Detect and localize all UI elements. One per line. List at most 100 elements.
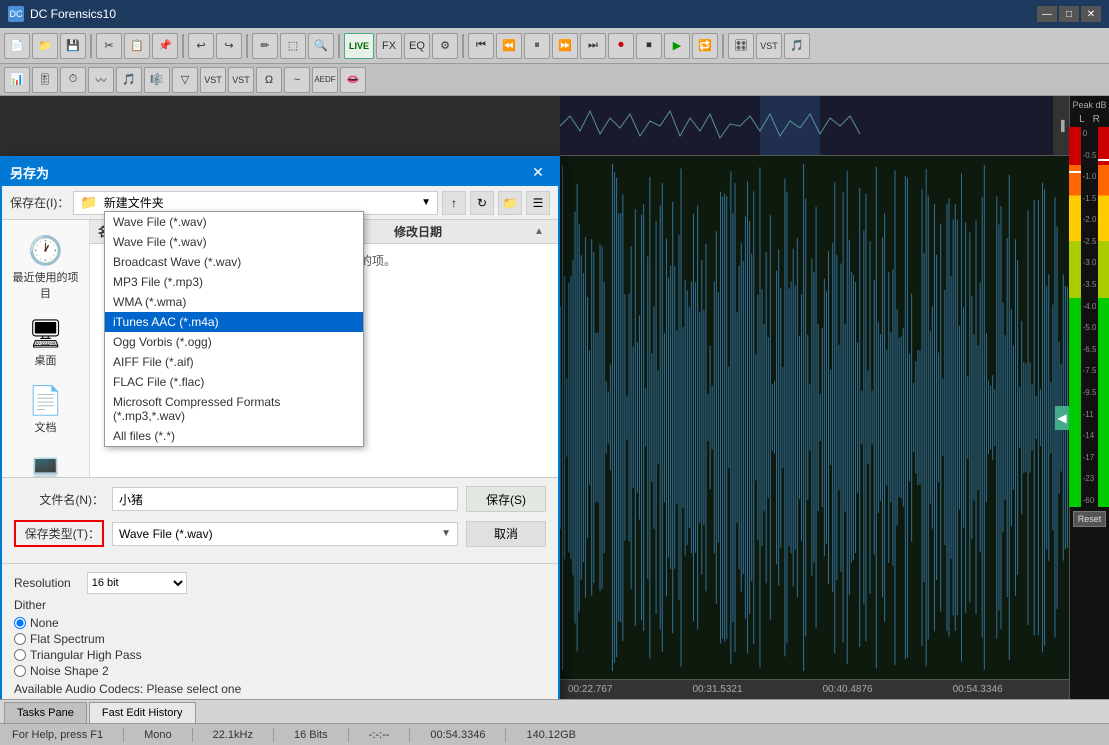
pencil-btn[interactable]: ✏ [252,33,278,59]
dropdown-item-9[interactable]: Microsoft Compressed Formats (*.mp3,*.wa… [105,392,363,426]
filename-input[interactable] [112,487,458,511]
db-23: -23 [1083,474,1097,483]
pitch-btn[interactable]: 🎼 [144,67,170,93]
wave2-btn[interactable]: 🎵 [116,67,142,93]
vst2-btn[interactable]: VST [200,67,226,93]
resolution-select[interactable]: 16 bit8 bit24 bit32 bit [87,572,187,594]
copy-btn[interactable]: 📋 [124,33,150,59]
tab-fast-edit[interactable]: Fast Edit History [89,702,196,723]
aedf-btn[interactable]: AEDF [312,67,338,93]
fx-btn[interactable]: FX [376,33,402,59]
spectrum-btn[interactable]: 📊 [4,67,30,93]
sep1 [90,34,92,58]
sep6 [722,34,724,58]
mixer-btn[interactable]: 🎛 [728,33,754,59]
save-button[interactable]: 保存(S) [466,486,546,512]
cancel-button[interactable]: 取消 [466,521,546,547]
sidebar-item-computer[interactable]: 💻 此电脑 [6,445,86,477]
sidebar-item-recent[interactable]: 🕐 最近使用的项目 [6,228,86,307]
waveform-main[interactable]: ◀ [560,156,1069,679]
sidebar-item-desktop[interactable]: 🖥 桌面 [6,311,86,374]
settings-btn[interactable]: ⚙ [432,33,458,59]
secondary-toolbar: 📊 🎚 ⏱ 〰 🎵 🎼 ▽ VST VST Ω ~ AEDF 👄 [0,64,1109,96]
redo-btn[interactable]: ↪ [216,33,242,59]
dropdown-item-3[interactable]: MP3 File (*.mp3) [105,272,363,292]
sidebar-item-documents[interactable]: 📄 文档 [6,378,86,441]
tilde-btn[interactable]: ~ [284,67,310,93]
dialog-close-button[interactable]: ✕ [526,162,550,182]
maximize-button[interactable]: □ [1059,6,1079,22]
dropdown-item-1[interactable]: Wave File (*.wav) [105,232,363,252]
waveform-svg [560,156,1069,679]
stop-btn[interactable]: ⏹ [636,33,662,59]
sidebar-label-recent: 最近使用的项目 [10,269,82,301]
filetype-combo[interactable]: Wave File (*.wav) ▼ [112,522,458,546]
documents-icon: 📄 [28,384,63,417]
scroll-arrow-icon: ◀ [1057,411,1066,425]
pause-btn[interactable]: ⏸ [524,33,550,59]
open-btn[interactable]: 📁 [32,33,58,59]
dither-flat-radio[interactable] [14,633,26,645]
vst-btn[interactable]: VST [756,33,782,59]
undo-btn[interactable]: ↩ [188,33,214,59]
dropdown-item-8[interactable]: FLAC File (*.flac) [105,372,363,392]
dropdown-item-10[interactable]: All files (*.*) [105,426,363,446]
dropdown-item-5[interactable]: iTunes AAC (*.m4a) [105,312,363,332]
filename-row: 文件名(N)： 保存(S) [14,486,546,512]
vu-l-label: L [1079,114,1085,125]
dropdown-item-2[interactable]: Broadcast Wave (*.wav) [105,252,363,272]
nav-view-btn[interactable]: ☰ [526,191,550,215]
dither-noise[interactable]: Noise Shape 2 [14,664,546,678]
filter-btn[interactable]: ▽ [172,67,198,93]
dropdown-item-0[interactable]: Wave File (*.wav) [105,212,363,232]
minimize-button[interactable]: — [1037,6,1057,22]
save-btn[interactable]: 💾 [60,33,86,59]
nav-up-btn[interactable]: ↑ [442,191,466,215]
dither-none[interactable]: None [14,616,546,630]
tab-tasks-pane[interactable]: Tasks Pane [4,702,87,723]
title-bar: DC DC Forensics10 — □ ✕ [0,0,1109,28]
reset-button[interactable]: Reset [1073,511,1107,527]
dither-none-label: None [30,616,59,630]
dropdown-item-7[interactable]: AIFF File (*.aif) [105,352,363,372]
plugin-btn[interactable]: 🎵 [784,33,810,59]
omega-btn[interactable]: Ω [256,67,282,93]
play-btn[interactable]: ▶ [664,33,690,59]
nav-newfolder-btn[interactable]: 📁 [498,191,522,215]
new-btn[interactable]: 📄 [4,33,30,59]
back-btn[interactable]: ⏪ [496,33,522,59]
paste-btn[interactable]: 📌 [152,33,178,59]
waveform-scroll-arrow[interactable]: ◀ [1055,406,1069,430]
zoom-btn[interactable]: 🔍 [308,33,334,59]
live-btn[interactable]: LIVE [344,33,374,59]
clock-btn[interactable]: ⏱ [60,67,86,93]
dropdown-item-4[interactable]: WMA (*.wma) [105,292,363,312]
db-11: -11 [1083,410,1097,419]
dither-flat[interactable]: Flat Spectrum [14,632,546,646]
waveform-area: // Generate overview waveform ▐ [560,96,1069,699]
nav-refresh-btn[interactable]: ↻ [470,191,494,215]
bars-btn[interactable]: 🎚 [32,67,58,93]
select-btn[interactable]: ⬚ [280,33,306,59]
dither-none-radio[interactable] [14,617,26,629]
dither-noise-radio[interactable] [14,665,26,677]
close-button[interactable]: ✕ [1081,6,1101,22]
sep2 [182,34,184,58]
cut-btn[interactable]: ✂ [96,33,122,59]
dither-triangular-radio[interactable] [14,649,26,661]
forward-btn[interactable]: ⏩ [552,33,578,59]
status-bar: For Help, press F1 Mono 22.1kHz 16 Bits … [0,723,1109,745]
dither-triangular[interactable]: Triangular High Pass [14,648,546,662]
loop-btn[interactable]: 🔁 [692,33,718,59]
vst3-btn[interactable]: VST [228,67,254,93]
record-btn[interactable]: ⏺ [608,33,634,59]
lips-btn[interactable]: 👄 [340,67,366,93]
eq-btn[interactable]: EQ [404,33,430,59]
overview-scrollbar[interactable]: ▐ [1053,96,1069,156]
next-btn[interactable]: ⏭ [580,33,606,59]
dropdown-item-6[interactable]: Ogg Vorbis (*.ogg) [105,332,363,352]
vu-bars: 0 -0.5 -1.0 -1.5 -2.0 -2.5 -3.0 -3.5 -4.… [1072,127,1107,507]
db-25: -2.5 [1083,237,1097,246]
prev-btn[interactable]: ⏮ [468,33,494,59]
freq-btn[interactable]: 〰 [88,67,114,93]
